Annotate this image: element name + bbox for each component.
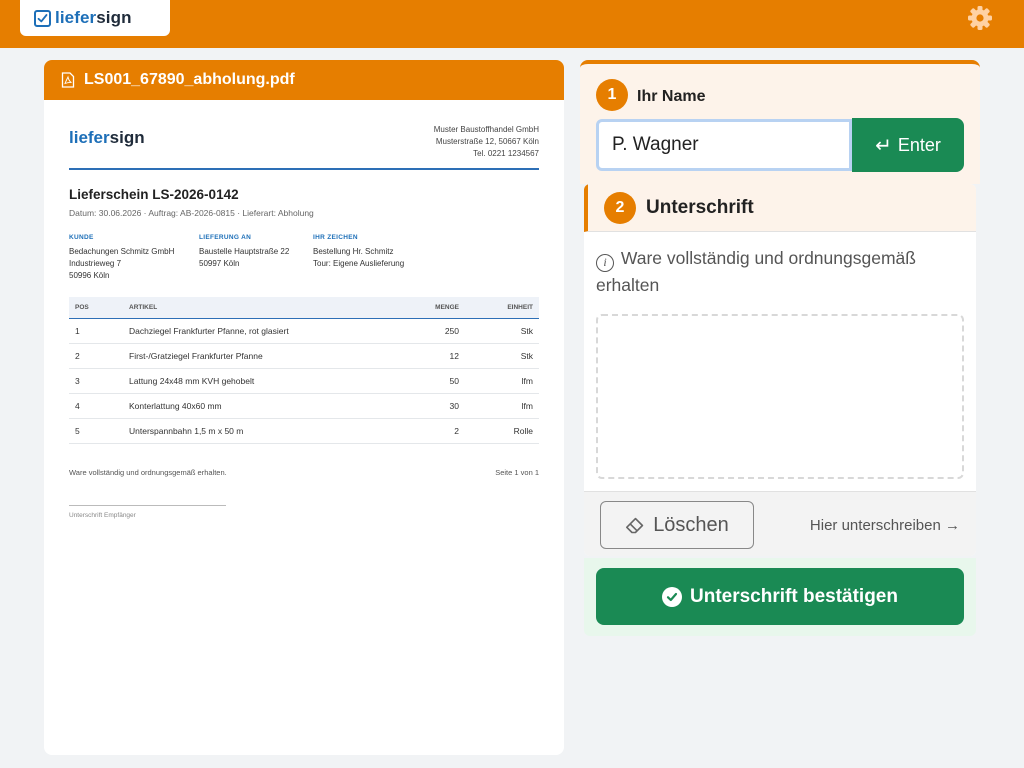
reference-line: Tour: Eigene Auslieferung: [313, 259, 405, 268]
cell-pos: 4: [69, 393, 123, 419]
reference-block: IHR ZEICHEN Bestellung Hr. Schmitz Tour:…: [313, 232, 404, 282]
signature-pad[interactable]: [596, 314, 964, 479]
pdf-preview-panel: LS001_67890_abholung.pdf liefersign Must…: [44, 60, 564, 755]
step-number-badge: 2: [604, 191, 636, 224]
page-info: Seite 1 von 1: [495, 467, 539, 477]
top-bar: liefersign: [0, 0, 1024, 48]
cell-pos: 5: [69, 418, 123, 444]
cell-article: Unterspannbahn 1,5 m x 50 m: [123, 418, 393, 444]
cell-quantity: 250: [393, 318, 465, 344]
cell-quantity: 50: [393, 368, 465, 394]
clear-button[interactable]: Löschen: [600, 501, 754, 549]
cell-article: Konterlattung 40x60 mm: [123, 393, 393, 419]
cell-unit: Rolle: [465, 418, 539, 444]
column-header-quantity: MENGE: [393, 297, 465, 319]
sender-line: Tel. 0221 1234567: [473, 149, 539, 158]
signature-line: [69, 504, 226, 506]
confirm-signature-button[interactable]: Unterschrift bestätigen: [596, 568, 964, 625]
logo-text-part2: sign: [96, 8, 132, 27]
customer-line: Industrieweg 7: [69, 259, 122, 268]
delivery-heading: LIEFERUNG AN: [199, 234, 252, 241]
sender-address: Muster Baustoffhandel GmbH Musterstraße …: [434, 124, 539, 168]
cell-quantity: 30: [393, 393, 465, 419]
address-columns: KUNDE Bedachungen Schmitz GmbH Industrie…: [69, 232, 539, 282]
customer-heading: KUNDE: [69, 234, 94, 241]
column-header-article: ARTIKEL: [123, 297, 393, 319]
enter-button[interactable]: ↵ Enter: [852, 118, 964, 172]
table-row: 1 Dachziegel Frankfurter Pfanne, rot gla…: [69, 318, 539, 344]
delivery-note-document: liefersign Muster Baustoffhandel GmbH Mu…: [69, 122, 539, 519]
pdf-file-icon: [61, 72, 75, 88]
delivery-line: Baustelle Hauptstraße 22: [199, 247, 290, 256]
column-header-unit: EINHEIT: [465, 297, 539, 319]
cell-unit: Stk: [465, 343, 539, 369]
signature-step-card: 2 Unterschrift i Ware vollständig und or…: [584, 184, 976, 556]
table-row: 3 Lattung 24x48 mm KVH gehobelt 50 lfm: [69, 368, 539, 394]
cell-pos: 3: [69, 368, 123, 394]
table-row: 5 Unterspannbahn 1,5 m x 50 m 2 Rolle: [69, 418, 539, 444]
table-row: 2 First-/Gratziegel Frankfurter Pfanne 1…: [69, 343, 539, 369]
pdf-filename: LS001_67890_abholung.pdf: [84, 71, 295, 88]
step-number-badge: 1: [596, 79, 628, 111]
footer-note: Ware vollständig und ordnungsgemäß erhal…: [69, 467, 227, 477]
document-logo-part2: sign: [109, 128, 145, 147]
name-input[interactable]: [596, 119, 852, 171]
document-logo: liefersign: [69, 128, 145, 168]
document-title: Lieferschein LS-2026-0142: [69, 187, 239, 202]
eraser-icon: [626, 517, 644, 534]
cell-article: Lattung 24x48 mm KVH gehobelt: [123, 368, 393, 394]
cell-pos: 2: [69, 343, 123, 369]
customer-block: KUNDE Bedachungen Schmitz GmbH Industrie…: [69, 232, 199, 282]
signature-header: 2 Unterschrift: [584, 184, 976, 232]
checkbox-icon: [34, 9, 51, 27]
table-row: 4 Konterlattung 40x60 mm 30 lfm: [69, 393, 539, 419]
document-meta: Datum: 30.06.2026 · Auftrag: AB-2026-081…: [69, 208, 314, 218]
customer-line: 50996 Köln: [69, 271, 110, 280]
document-logo-part1: liefer: [69, 128, 110, 147]
customer-line: Bedachungen Schmitz GmbH: [69, 247, 175, 256]
delivery-line: 50997 Köln: [199, 259, 240, 268]
confirm-button-label: Unterschrift bestätigen: [690, 585, 898, 607]
signature-hint-text: Ware vollständig und ordnungsgemäß erhal…: [596, 248, 916, 295]
signature-hint: i Ware vollständig und ordnungsgemäß erh…: [596, 245, 956, 299]
clear-button-label: Löschen: [653, 513, 729, 536]
app-logo[interactable]: liefersign: [20, 0, 170, 36]
cell-article: First-/Gratziegel Frankfurter Pfanne: [123, 343, 393, 369]
reference-heading: IHR ZEICHEN: [313, 234, 358, 241]
column-header-pos: POS: [69, 297, 123, 319]
signature-caption: Unterschrift Empfänger: [69, 511, 136, 519]
confirm-area: Unterschrift bestätigen: [584, 558, 976, 636]
gear-icon[interactable]: [966, 4, 994, 32]
check-circle-icon: [662, 586, 682, 607]
document-header: liefersign Muster Baustoffhandel GmbH Mu…: [69, 122, 539, 170]
cell-article: Dachziegel Frankfurter Pfanne, rot glasi…: [123, 318, 393, 344]
name-step-card: 1 Ihr Name ↵ Enter: [580, 60, 980, 184]
reference-line: Bestellung Hr. Schmitz: [313, 247, 394, 256]
cell-pos: 1: [69, 318, 123, 344]
enter-button-label: Enter: [897, 134, 941, 155]
signature-footer: Löschen Hier unterschreiben →: [584, 491, 976, 556]
cell-quantity: 2: [393, 418, 465, 444]
enter-icon: ↵: [875, 134, 892, 157]
document-footer: Ware vollständig und ordnungsgemäß erhal…: [69, 468, 539, 477]
items-table: POS ARTIKEL MENGE EINHEIT 1 Dachziegel F…: [69, 297, 539, 444]
sender-line: Muster Baustoffhandel GmbH: [433, 125, 539, 134]
info-icon: i: [596, 253, 614, 272]
signature-title: Unterschrift: [646, 196, 754, 218]
sender-line: Musterstraße 12, 50667 Köln: [435, 137, 539, 146]
pdf-header: LS001_67890_abholung.pdf: [44, 60, 564, 100]
table-header-row: POS ARTIKEL MENGE EINHEIT: [69, 297, 539, 319]
cell-unit: lfm: [465, 393, 539, 419]
sign-here-hint: Hier unterschreiben →: [809, 517, 960, 534]
name-label: Ihr Name: [637, 88, 706, 105]
cell-unit: Stk: [465, 318, 539, 344]
logo-text: liefersign: [55, 8, 132, 28]
cell-quantity: 12: [393, 343, 465, 369]
cell-unit: lfm: [465, 368, 539, 394]
delivery-block: LIEFERUNG AN Baustelle Hauptstraße 22 50…: [199, 232, 313, 282]
logo-text-part1: liefer: [55, 8, 97, 27]
